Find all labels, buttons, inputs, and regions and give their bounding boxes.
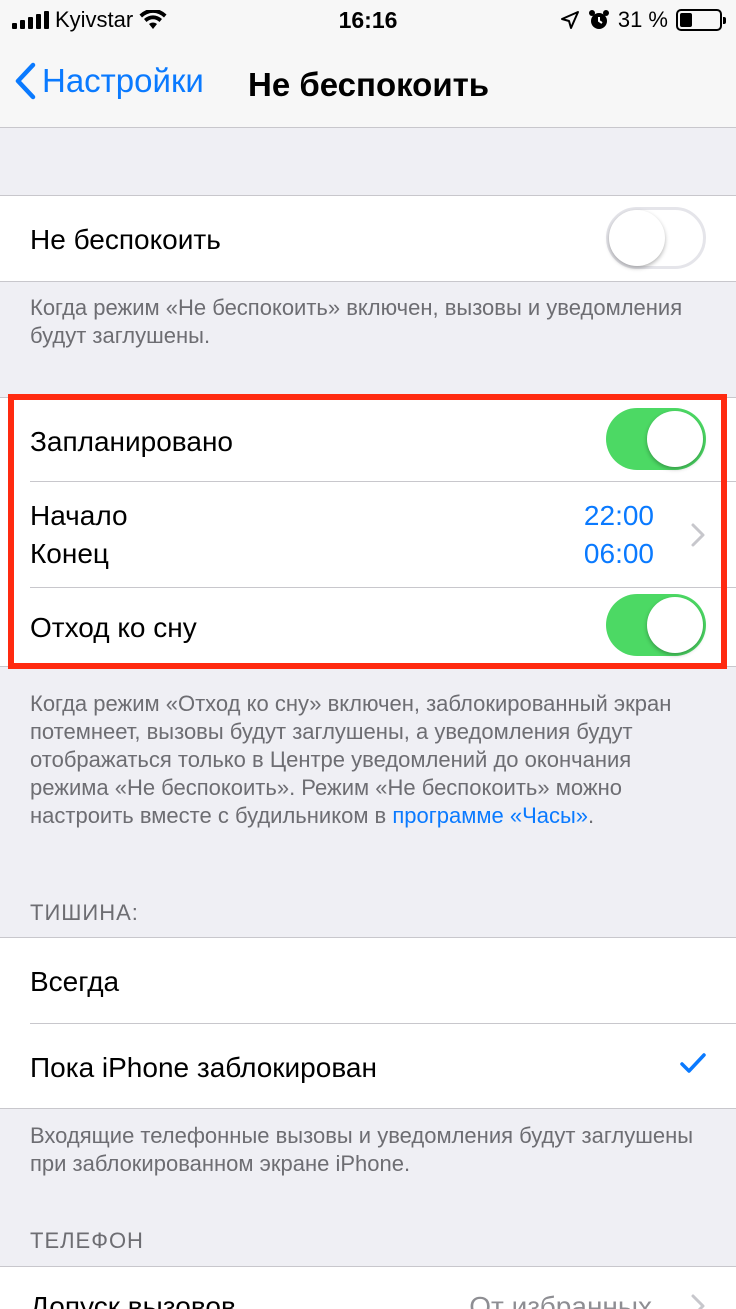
silence-footer: Входящие телефонные вызовы и уведомления… (30, 1123, 694, 1176)
start-label: Начало (30, 500, 128, 531)
bedtime-label: Отход ко сну (30, 612, 197, 643)
locked-label: Пока iPhone заблокирован (30, 1052, 377, 1083)
silence-always-row[interactable]: Всегда (0, 938, 736, 1024)
schedule-time-row[interactable]: Начало Конец 22:00 06:00 (0, 482, 736, 588)
end-time: 06:00 (583, 538, 654, 569)
scheduled-label: Запланировано (30, 426, 233, 457)
battery-icon (676, 9, 726, 31)
end-label: Конец (30, 538, 109, 569)
silence-group: Всегда Пока iPhone заблокирован (0, 937, 736, 1109)
toggle-knob (609, 210, 665, 266)
allow-calls-value: От избранных (469, 1291, 652, 1309)
chevron-left-icon (15, 62, 36, 100)
dnd-row: Не беспокоить (0, 196, 736, 282)
clock-app-link[interactable]: программе «Часы» (392, 803, 588, 828)
allow-calls-label: Допуск вызовов (30, 1291, 236, 1309)
start-time: 22:00 (583, 500, 654, 531)
allow-calls-row[interactable]: Допуск вызовов От избранных (0, 1267, 736, 1309)
schedule-group: Запланировано Начало Конец 22:00 06:00 О… (0, 397, 736, 667)
chevron-right-icon (691, 1294, 705, 1309)
phone-group: Допуск вызовов От избранных (0, 1266, 736, 1309)
bedtime-footer-suffix: . (588, 803, 595, 828)
back-button-label: Настройки (42, 62, 204, 99)
status-bar: Kyivstar 16:16 31 % (0, 0, 736, 40)
always-label: Всегда (30, 966, 120, 997)
dnd-group: Не беспокоить (0, 195, 736, 282)
toggle-knob (647, 411, 703, 467)
silence-header: ТИШИНА: (30, 900, 139, 925)
bedtime-footer: Когда режим «Отход ко сну» включен, забл… (30, 690, 706, 830)
dnd-label: Не беспокоить (30, 224, 221, 255)
back-button[interactable]: Настройки (14, 62, 204, 100)
dnd-footer: Когда режим «Не беспокоить» включен, выз… (30, 295, 683, 348)
dnd-toggle[interactable] (606, 207, 706, 269)
status-right: 31 % (560, 7, 726, 33)
phone-header: ТЕЛЕФОН (30, 1228, 144, 1253)
chevron-right-icon (691, 523, 705, 547)
silence-locked-row[interactable]: Пока iPhone заблокирован (0, 1024, 736, 1109)
scheduled-toggle[interactable] (606, 408, 706, 470)
alarm-clock-icon (588, 10, 609, 29)
battery-level (680, 13, 692, 27)
bedtime-toggle[interactable] (606, 594, 706, 656)
location-arrow-icon (560, 11, 579, 29)
battery-percent: 31 % (617, 7, 668, 32)
scheduled-row: Запланировано (0, 398, 736, 482)
bedtime-row: Отход ко сну (0, 588, 736, 668)
checkmark-icon (680, 1053, 706, 1073)
navigation-bar: Настройки Не беспокоить (0, 40, 736, 128)
page-title: Не беспокоить (248, 66, 490, 103)
toggle-knob (647, 597, 703, 653)
